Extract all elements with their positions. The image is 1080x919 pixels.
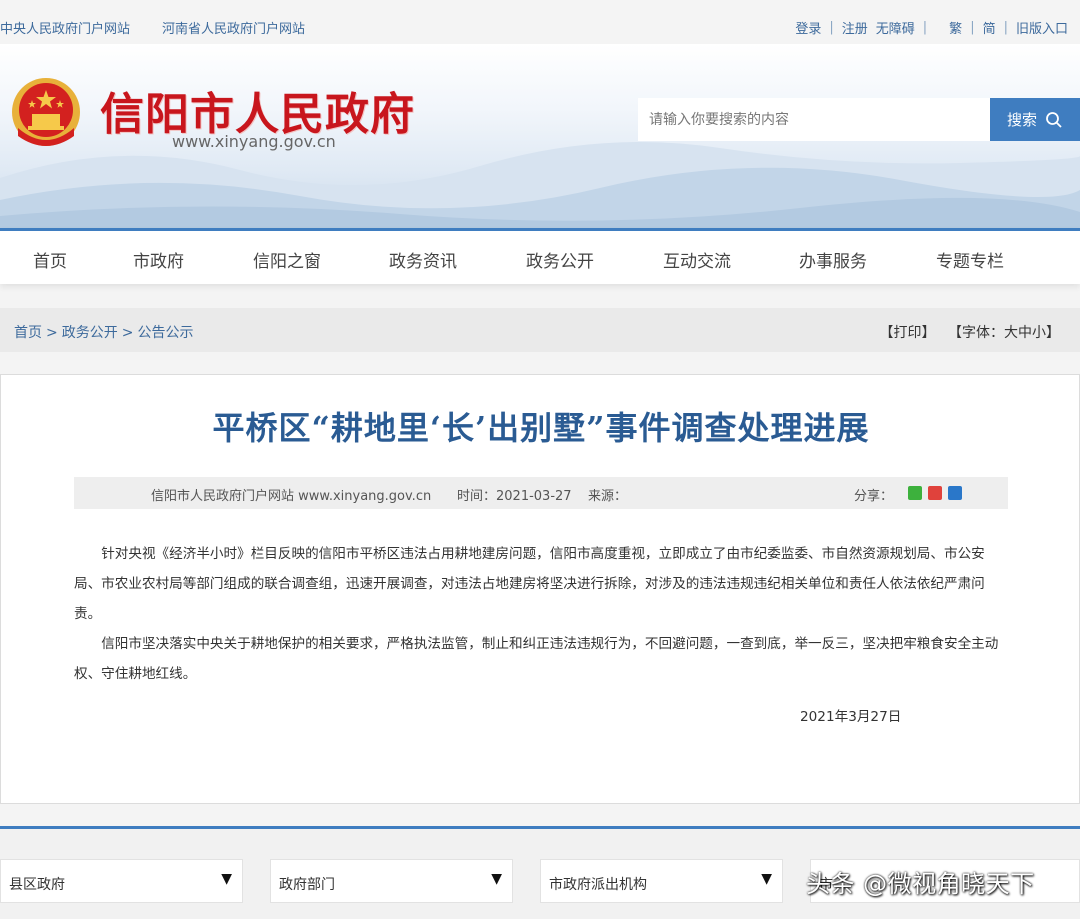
print-button[interactable]: 【打印】: [880, 325, 936, 341]
select-label: 市政府派出机构: [549, 877, 647, 893]
article-meta: 信阳市人民政府门户网站 www.xinyang.gov.cn 时间：2021-0…: [74, 477, 1008, 509]
qq-share-icon[interactable]: [948, 486, 962, 500]
link-central-gov[interactable]: 中央人民政府门户网站: [0, 18, 130, 37]
breadcrumb-bar: 首页 > 政务公开 > 公告公示 【打印】 【字体：大中小】: [0, 308, 1080, 352]
divider: |: [1003, 20, 1008, 35]
search-button[interactable]: 搜索: [990, 98, 1080, 141]
article-panel: 平桥区“耕地里‘长’出别墅”事件调查处理进展 信阳市人民政府门户网站 www.x…: [0, 374, 1080, 804]
article-from: 来源：: [588, 489, 628, 504]
article-paragraph: 针对央视《经济半小时》栏目反映的信阳市平桥区违法占用耕地建房问题，信阳市高度重视…: [74, 546, 985, 622]
login-link[interactable]: 登录: [795, 18, 821, 37]
article-paragraph: 信阳市坚决落实中央关于耕地保护的相关要求，严格执法监管，制止和纠正违法违规行为，…: [74, 636, 999, 682]
article-source: 信阳市人民政府门户网站 www.xinyang.gov.cn: [151, 489, 432, 504]
share-label: 分享：: [854, 489, 894, 504]
nav-item-interaction[interactable]: 互动交流: [663, 247, 731, 272]
article-time: 时间：2021-03-27: [457, 489, 572, 504]
breadcrumb-government-affairs[interactable]: 政务公开: [62, 325, 118, 341]
breadcrumb-announcements[interactable]: 公告公示: [137, 325, 193, 341]
nav-item-home[interactable]: 首页: [33, 247, 67, 272]
main-nav: 首页 市政府 信阳之窗 政务资讯 政务公开 互动交流 办事服务 专题专栏: [0, 228, 1080, 284]
breadcrumb-separator: >: [46, 325, 58, 341]
breadcrumb: 首页 > 政务公开 > 公告公示: [14, 322, 193, 342]
divider: |: [922, 20, 928, 35]
dropdown-arrow-icon: ▼: [221, 871, 232, 887]
register-link[interactable]: 注册: [842, 18, 868, 37]
divider: |: [970, 20, 975, 35]
search-button-label: 搜索: [1006, 111, 1037, 129]
site-url: www.xinyang.gov.cn: [172, 132, 336, 151]
article-body: 针对央视《经济半小时》栏目反映的信阳市平桥区违法占用耕地建房问题，信阳市高度重视…: [74, 539, 1008, 689]
nav-item-government-affairs[interactable]: 政务公开: [526, 247, 594, 272]
dropdown-arrow-icon: ▼: [761, 871, 772, 887]
breadcrumb-separator: >: [121, 325, 134, 341]
nav-item-services[interactable]: 办事服务: [799, 247, 867, 272]
dispatched-agencies-select[interactable]: 市政府派出机构 ▼: [540, 859, 783, 903]
search-input[interactable]: [638, 98, 990, 141]
article-date: 2021年3月27日: [800, 709, 902, 725]
simplified-chinese-link[interactable]: 简: [983, 18, 996, 37]
national-emblem-icon: [12, 78, 80, 146]
accessibility-link[interactable]: 无障碍: [876, 18, 915, 37]
search-icon: [1046, 111, 1062, 128]
link-province-gov[interactable]: 河南省人民政府门户网站: [162, 18, 305, 37]
share-icons: [908, 486, 962, 500]
top-bar: 中央人民政府门户网站 河南省人民政府门户网站 登录 | 注册 无障碍 | 繁 |…: [0, 8, 1080, 44]
select-label: 政府部门: [279, 877, 335, 893]
government-departments-select[interactable]: 政府部门 ▼: [270, 859, 513, 903]
nav-item-xinyang-window[interactable]: 信阳之窗: [253, 247, 321, 272]
article-title: 平桥区“耕地里‘长’出别墅”事件调查处理进展: [212, 409, 870, 447]
watermark: 头条 @微视角晓天下: [806, 870, 1035, 898]
page-tools: 【打印】 【字体：大中小】: [880, 322, 1060, 342]
wechat-share-icon[interactable]: [908, 486, 922, 500]
county-government-select[interactable]: 县区政府 ▼: [0, 859, 243, 903]
nav-item-city-government[interactable]: 市政府: [133, 247, 184, 272]
traditional-chinese-link[interactable]: 繁: [949, 18, 962, 37]
weibo-share-icon[interactable]: [928, 486, 942, 500]
divider: |: [829, 20, 834, 35]
nav-item-government-news[interactable]: 政务资讯: [389, 247, 457, 272]
dropdown-arrow-icon: ▼: [491, 871, 502, 887]
top-bar-right: 登录 | 注册 无障碍 | 繁 | 简 | 旧版入口: [791, 18, 1072, 37]
breadcrumb-home[interactable]: 首页: [14, 325, 42, 341]
nav-item-special-topics[interactable]: 专题专栏: [936, 247, 1004, 272]
site-header: 信阳市人民政府 www.xinyang.gov.cn 搜索: [0, 44, 1080, 228]
font-size-control[interactable]: 【字体：大中小】: [948, 325, 1060, 341]
old-version-link[interactable]: 旧版入口: [1016, 18, 1068, 37]
select-label: 县区政府: [9, 877, 65, 893]
